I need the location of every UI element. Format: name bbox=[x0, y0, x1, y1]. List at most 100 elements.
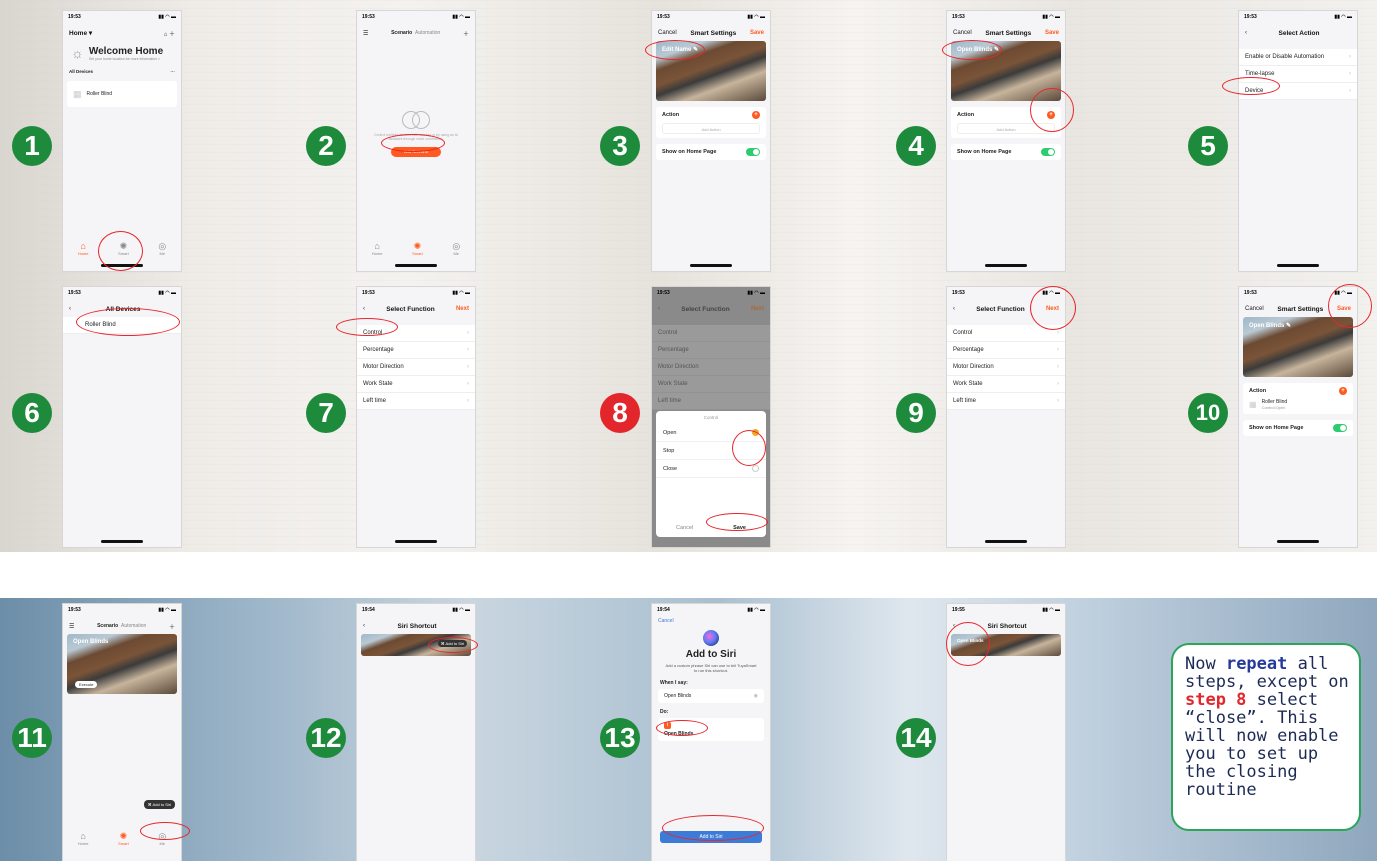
add-to-siri-title: Add to Siri bbox=[685, 649, 737, 660]
step-number-12: 12 bbox=[306, 718, 346, 758]
tab-me[interactable]: ◎ Me bbox=[452, 241, 460, 256]
back-icon[interactable]: ‹ bbox=[69, 306, 71, 312]
option-open[interactable]: Open bbox=[656, 424, 766, 442]
check-icon bbox=[752, 429, 759, 436]
screen-step-5: 19:53 ▮▮ ◠ ▬ ‹ Select Action Enable or Dis… bbox=[1238, 10, 1358, 272]
scene-cover-image: Open Blinds ✎ bbox=[951, 41, 1061, 101]
all-devices-tab[interactable]: All Devices bbox=[69, 69, 93, 74]
action-enable-disable-automation[interactable]: Enable or Disable Automation › bbox=[1239, 49, 1357, 66]
blind-icon: ▦ bbox=[1249, 400, 1257, 409]
control-sheet: Control Open Stop Close Cancel Save bbox=[656, 411, 766, 537]
cancel-button[interactable]: Cancel bbox=[652, 618, 770, 624]
step-number-10: 10 bbox=[1188, 393, 1228, 433]
function-motor-direction[interactable]: Motor Direction › bbox=[357, 359, 475, 376]
more-icon[interactable]: ··· bbox=[171, 69, 176, 74]
home-selector[interactable]: Home ▾ bbox=[69, 29, 92, 37]
screen-step-4: 19:53 ▮▮ ◠ ▬ Cancel Smart Settings Save Ope… bbox=[946, 10, 1066, 272]
function-percentage[interactable]: Percentage › bbox=[357, 342, 475, 359]
action-device[interactable]: Device › bbox=[1239, 83, 1357, 100]
step8-emphasis: step 8 bbox=[1185, 690, 1247, 710]
tab-scenario[interactable]: Scenario bbox=[391, 30, 412, 36]
execute-button[interactable]: Execute bbox=[75, 681, 98, 688]
siri-icon bbox=[703, 630, 719, 646]
step-number-7: 7 bbox=[306, 393, 346, 433]
scenario-empty-icon bbox=[402, 111, 430, 129]
edit-name[interactable]: Edit Name ✎ bbox=[662, 46, 698, 53]
step-number-9: 9 bbox=[896, 393, 936, 433]
tab-automation[interactable]: Automation bbox=[415, 30, 440, 36]
save-button[interactable]: Save bbox=[733, 525, 746, 531]
step-number-2: 2 bbox=[306, 126, 346, 166]
step-number-11: 11 bbox=[12, 718, 52, 758]
welcome-title: Welcome Home bbox=[88, 45, 164, 57]
action-item[interactable]: ▦ Roller Blind Control:Open bbox=[1249, 399, 1347, 410]
status-time: 19:53 bbox=[68, 14, 81, 20]
add-action-icon[interactable]: + bbox=[752, 111, 760, 119]
cancel-button[interactable]: Cancel bbox=[658, 30, 677, 36]
shortcut-card: t Open Blinds bbox=[658, 718, 764, 741]
add-action-icon[interactable]: + bbox=[1047, 111, 1055, 119]
option-close[interactable]: Close bbox=[656, 460, 766, 478]
back-icon[interactable]: ‹ bbox=[1245, 30, 1247, 36]
next-button[interactable]: Next bbox=[1046, 306, 1059, 312]
tab-home[interactable]: ⌂ Home bbox=[372, 241, 383, 256]
show-home-toggle[interactable] bbox=[746, 148, 760, 156]
screen-step-10: 19:53 ▮▮ ◠ ▬ Cancel Smart Settings Save Ope… bbox=[1238, 286, 1358, 548]
add-icon[interactable]: ＋ bbox=[463, 29, 469, 38]
smart-icon: ✺ bbox=[119, 240, 128, 251]
screen-step-2: 19:53 ▮▮ ◠ ▬ ☰ Scenario Automation ＋ Cont… bbox=[356, 10, 476, 272]
step-number-8: 8 bbox=[600, 393, 640, 433]
step-number-4: 4 bbox=[896, 126, 936, 166]
screen-step-12: 19:54 ▮▮ ◠ ▬ ‹ Siri Shortcut ⌘ Add to Siri bbox=[356, 603, 476, 861]
screen-step-1: 19:53 ▮▮ ◠ ▬ Home ▾ ⌂ ＋ ☼ Welcome Home Set… bbox=[62, 10, 182, 272]
action-time-lapse[interactable]: Time-lapse › bbox=[1239, 66, 1357, 83]
instruction-note: Now repeat all steps, except on step 8 s… bbox=[1171, 643, 1361, 831]
step-number-13: 13 bbox=[600, 718, 640, 758]
blind-icon: ▦ bbox=[73, 88, 82, 99]
step-number-6: 6 bbox=[12, 393, 52, 433]
mic-icon: ◉ bbox=[753, 693, 758, 699]
list-icon[interactable]: ☰ bbox=[363, 30, 368, 37]
app-icon: t bbox=[664, 722, 671, 729]
screen-step-7: 19:53 ▮▮ ◠ ▬ ‹ Select Function Next Control… bbox=[356, 286, 476, 548]
tab-smart[interactable]: ✺ Smart bbox=[118, 241, 129, 256]
scene-card[interactable]: Open Blinds Execute bbox=[67, 634, 177, 694]
home-indicator bbox=[101, 264, 143, 267]
empty-description: Control multiple devices with one tap or… bbox=[373, 133, 459, 141]
screen-step-14: 19:55 ▮▮ ◠ ▬ ‹ Siri Shortcut Open Blinds bbox=[946, 603, 1066, 861]
function-left-time[interactable]: Left time › bbox=[357, 393, 475, 410]
phrase-field[interactable]: Open Blinds ◉ bbox=[658, 689, 764, 703]
step-number-3: 3 bbox=[600, 126, 640, 166]
screen-step-11: 19:53 ▮▮ ◠ ▬ ☰ Scenario Automation ＋ Open… bbox=[62, 603, 182, 861]
shortcut-card[interactable]: Open Blinds bbox=[951, 634, 1061, 656]
add-to-siri-button[interactable]: ⌘ Add to Siri bbox=[437, 640, 467, 647]
welcome-subtitle[interactable]: Set your home location for more informat… bbox=[89, 57, 163, 61]
sun-icon: ☼ bbox=[71, 45, 84, 61]
save-button[interactable]: Save bbox=[750, 30, 764, 36]
step-number-5: 5 bbox=[1188, 126, 1228, 166]
function-control[interactable]: Control › bbox=[357, 325, 475, 342]
function-work-state[interactable]: Work State › bbox=[357, 376, 475, 393]
option-stop[interactable]: Stop bbox=[656, 442, 766, 460]
screen-step-9: 19:53 ▮▮ ◠ ▬ ‹ Select Function Next Control… bbox=[946, 286, 1066, 548]
screen-step-13: 19:54 ▮▮ ◠ ▬ Cancel Add to Siri Add a cus… bbox=[651, 603, 771, 861]
cancel-button[interactable]: Cancel bbox=[676, 525, 693, 531]
screen-step-3: 19:53 ▮▮ ◠ ▬ Cancel Smart Settings Save Edi… bbox=[651, 10, 771, 272]
screen-step-6: 19:53 ▮▮ ◠ ▬ ‹ All Devices Roller Blind bbox=[62, 286, 182, 548]
add-scenario-button[interactable]: Add Scenario bbox=[391, 147, 441, 157]
screen-step-8: 19:53 ▮▮ ◠ ▬ ‹ Select Function Next Control… bbox=[651, 286, 771, 548]
tab-smart[interactable]: ✺ Smart bbox=[412, 241, 423, 256]
tab-me[interactable]: ◎ Me bbox=[158, 241, 166, 256]
device-card[interactable]: ▦ Roller Blind bbox=[67, 81, 177, 107]
add-to-siri-button[interactable]: ⌘ Add to Siri bbox=[143, 800, 175, 809]
step-number-14: 14 bbox=[896, 718, 936, 758]
tab-home[interactable]: ⌂ Home bbox=[78, 241, 89, 256]
save-button[interactable]: Save bbox=[1337, 306, 1351, 312]
add-to-siri-button[interactable]: Add to Siri bbox=[660, 831, 762, 843]
add-icon[interactable]: ⌂ ＋ bbox=[164, 29, 175, 38]
device-roller-blind[interactable]: Roller Blind bbox=[63, 317, 181, 334]
step-number-1: 1 bbox=[12, 126, 52, 166]
radio-icon bbox=[752, 465, 759, 472]
home-icon: ⌂ bbox=[80, 240, 86, 251]
add-action-button[interactable]: Add Action bbox=[662, 123, 760, 134]
